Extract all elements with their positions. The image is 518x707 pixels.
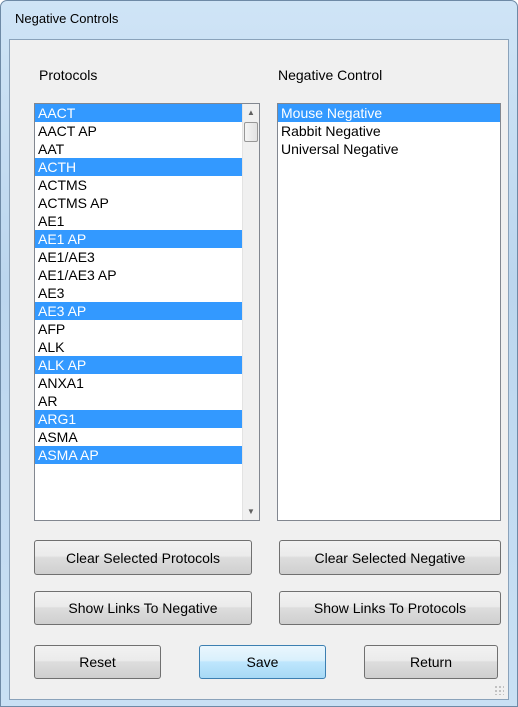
negative-control-list-item[interactable]: Mouse Negative: [278, 104, 500, 122]
protocol-list-item[interactable]: AAT: [35, 140, 259, 158]
scroll-thumb[interactable]: [244, 122, 258, 142]
protocol-list-item[interactable]: ANXA1: [35, 374, 259, 392]
clear-selected-negative-button[interactable]: Clear Selected Negative: [279, 540, 501, 575]
clear-selected-protocols-button[interactable]: Clear Selected Protocols: [34, 540, 252, 575]
protocol-list-item[interactable]: AE1 AP: [35, 230, 259, 248]
protocol-list-item[interactable]: AE3 AP: [35, 302, 259, 320]
negative-control-list-item[interactable]: Universal Negative: [278, 140, 500, 158]
protocol-list-item[interactable]: ACTH: [35, 158, 259, 176]
window-title: Negative Controls: [15, 11, 119, 26]
protocol-list-item[interactable]: AE1/AE3: [35, 248, 259, 266]
protocol-list-item[interactable]: AACT AP: [35, 122, 259, 140]
protocol-list-item[interactable]: ASMA AP: [35, 446, 259, 464]
save-button[interactable]: Save: [199, 645, 326, 679]
reset-button[interactable]: Reset: [34, 645, 161, 679]
protocol-list-item[interactable]: AE1: [35, 212, 259, 230]
scroll-down-arrow-icon[interactable]: ▼: [243, 503, 259, 520]
protocols-label: Protocols: [39, 67, 98, 83]
dialog-body: Protocols Negative Control AACT AACT AP AA…: [9, 39, 509, 700]
title-bar[interactable]: Negative Controls: [1, 1, 517, 39]
show-links-to-negative-button[interactable]: Show Links To Negative: [34, 591, 252, 625]
show-links-to-protocols-button[interactable]: Show Links To Protocols: [279, 591, 501, 625]
protocol-list-item[interactable]: ALK AP: [35, 356, 259, 374]
return-button[interactable]: Return: [364, 645, 498, 679]
protocol-list-item[interactable]: ASMA: [35, 428, 259, 446]
protocol-list-item[interactable]: AE1/AE3 AP: [35, 266, 259, 284]
negative-control-listbox[interactable]: Mouse Negative Rabbit Negative Universal N…: [277, 103, 501, 521]
resize-grip-icon[interactable]: [494, 685, 504, 695]
protocol-list-item[interactable]: ARG1: [35, 410, 259, 428]
protocol-list-item[interactable]: AFP: [35, 320, 259, 338]
negative-control-list-item[interactable]: Rabbit Negative: [278, 122, 500, 140]
protocols-listbox[interactable]: AACT AACT AP AAT ACTH ACTMS ACTMS AP AE1 AE1 AP…: [34, 103, 260, 521]
protocol-list-item[interactable]: ACTMS: [35, 176, 259, 194]
protocol-list-item[interactable]: AACT: [35, 104, 259, 122]
protocol-list-item[interactable]: AR: [35, 392, 259, 410]
protocols-scrollbar[interactable]: ▲ ▼: [242, 104, 259, 520]
scroll-up-arrow-icon[interactable]: ▲: [243, 104, 259, 121]
negative-control-label: Negative Control: [278, 67, 383, 83]
protocols-items: AACT AACT AP AAT ACTH ACTMS ACTMS AP AE1 AE1 AP…: [35, 104, 259, 464]
protocol-list-item[interactable]: ALK: [35, 338, 259, 356]
negative-controls-window: Negative Controls Protocols Negative Con…: [0, 0, 518, 707]
protocol-list-item[interactable]: ACTMS AP: [35, 194, 259, 212]
protocol-list-item[interactable]: AE3: [35, 284, 259, 302]
negative-items: Mouse Negative Rabbit Negative Universal N…: [278, 104, 500, 158]
